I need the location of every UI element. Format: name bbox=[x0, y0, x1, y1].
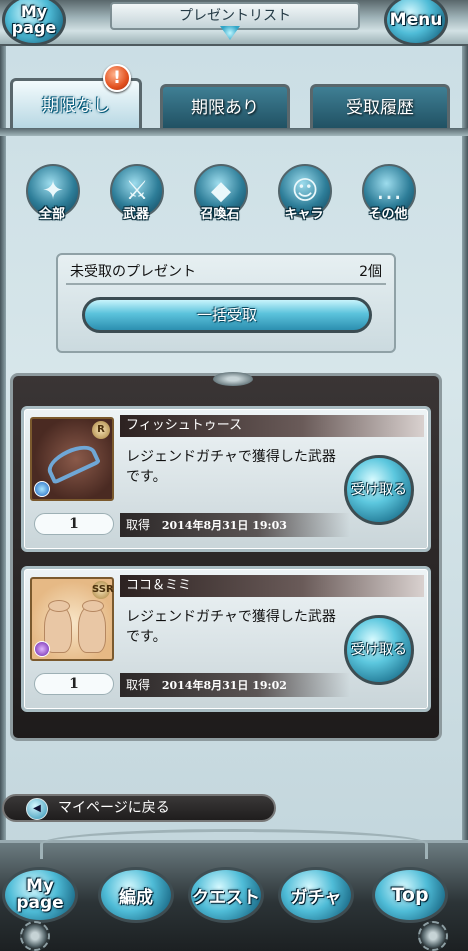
item-quantity: 1 bbox=[34, 673, 114, 695]
filter-label: 全部 bbox=[38, 207, 65, 222]
obtained-date: 2014年8月31日 19:02 bbox=[161, 679, 287, 692]
present-tabs: 期限なし 期限あり 受取履歴 bbox=[0, 78, 468, 132]
tab-with-expiry[interactable]: 期限あり bbox=[160, 84, 290, 130]
divider bbox=[66, 283, 386, 285]
fang-weapon-icon bbox=[42, 439, 102, 485]
nav-top-button[interactable]: Top bbox=[372, 867, 448, 923]
filter-label: キャラ bbox=[284, 207, 324, 222]
item-quantity: 1 bbox=[34, 513, 114, 535]
present-card: SSR ココ＆ミミ レジェンドガチャで獲得した武器です。 1 取得 2014年8… bbox=[21, 566, 431, 712]
alert-icon: ! bbox=[103, 64, 131, 92]
footer-nav: My page 編成 クエスト ガチャ Top bbox=[0, 829, 468, 951]
filter-summon[interactable]: ◆ 召喚石 bbox=[186, 160, 254, 226]
nav-party-button[interactable]: 編成 bbox=[98, 867, 174, 923]
mypage-button[interactable]: My page bbox=[2, 0, 66, 46]
obtained-label: 取得 bbox=[126, 518, 151, 532]
water-element-icon bbox=[34, 481, 50, 497]
obtained-info: 取得 2014年8月31日 19:02 bbox=[120, 673, 350, 697]
tab-divider bbox=[0, 128, 468, 136]
unclaimed-title: 未受取のプレゼント bbox=[70, 264, 196, 280]
unclaimed-count: 2個 bbox=[359, 264, 382, 280]
filter-label: 召喚石 bbox=[200, 207, 240, 222]
filter-label: 武器 bbox=[122, 207, 149, 222]
nav-quest-button[interactable]: クエスト bbox=[188, 867, 264, 923]
item-thumbnail: SSR bbox=[30, 577, 114, 661]
category-filter: ✦ 全部 ⚔ 武器 ◆ 召喚石 ☺ キャラ … その他 bbox=[0, 160, 468, 230]
back-to-mypage-link[interactable]: ◀ マイページに戻る bbox=[2, 794, 276, 822]
item-name: ココ＆ミミ bbox=[120, 575, 424, 597]
bear-icon bbox=[78, 600, 106, 653]
filter-all[interactable]: ✦ 全部 bbox=[18, 160, 86, 226]
receive-button[interactable]: 受け取る bbox=[344, 455, 414, 525]
item-description: レジェンドガチャで獲得した武器です。 bbox=[126, 449, 336, 485]
gear-icon bbox=[418, 921, 448, 951]
header-jewel-icon bbox=[220, 26, 240, 40]
ornament-icon bbox=[213, 372, 253, 386]
obtained-label: 取得 bbox=[126, 678, 151, 692]
nav-gacha-button[interactable]: ガチャ bbox=[278, 867, 354, 923]
item-thumbnail: R bbox=[30, 417, 114, 501]
claim-all-button[interactable]: 一括受取 bbox=[82, 297, 372, 333]
rarity-badge: R bbox=[92, 421, 110, 439]
unclaimed-summary: 未受取のプレゼント 2個 一括受取 bbox=[56, 253, 396, 353]
page-title: プレゼントリスト bbox=[110, 2, 360, 30]
filter-character[interactable]: ☺ キャラ bbox=[270, 160, 338, 226]
tab-history[interactable]: 受取履歴 bbox=[310, 84, 450, 130]
filter-weapon[interactable]: ⚔ 武器 bbox=[102, 160, 170, 226]
item-description: レジェンドガチャで獲得した武器です。 bbox=[126, 609, 336, 645]
back-link-label: マイページに戻る bbox=[58, 800, 170, 816]
footer-arch bbox=[40, 829, 428, 859]
item-name: フィッシュトゥース bbox=[120, 415, 424, 437]
obtained-date: 2014年8月31日 19:03 bbox=[161, 519, 287, 532]
filter-other[interactable]: … その他 bbox=[354, 160, 422, 226]
dark-element-icon bbox=[34, 641, 50, 657]
rarity-badge: SSR bbox=[92, 581, 114, 599]
obtained-info: 取得 2014年8月31日 19:03 bbox=[120, 513, 350, 537]
back-arrow-icon: ◀ bbox=[26, 798, 48, 820]
receive-button[interactable]: 受け取る bbox=[344, 615, 414, 685]
header: プレゼントリスト My page Menu bbox=[0, 0, 468, 46]
right-frame bbox=[462, 0, 468, 951]
filter-label: その他 bbox=[368, 207, 408, 222]
menu-button[interactable]: Menu bbox=[384, 0, 448, 46]
present-card: R フィッシュトゥース レジェンドガチャで獲得した武器です。 1 取得 2014… bbox=[21, 406, 431, 552]
nav-mypage-button[interactable]: My page bbox=[2, 867, 78, 923]
gear-icon bbox=[20, 921, 50, 951]
present-list: R フィッシュトゥース レジェンドガチャで獲得した武器です。 1 取得 2014… bbox=[10, 372, 442, 741]
